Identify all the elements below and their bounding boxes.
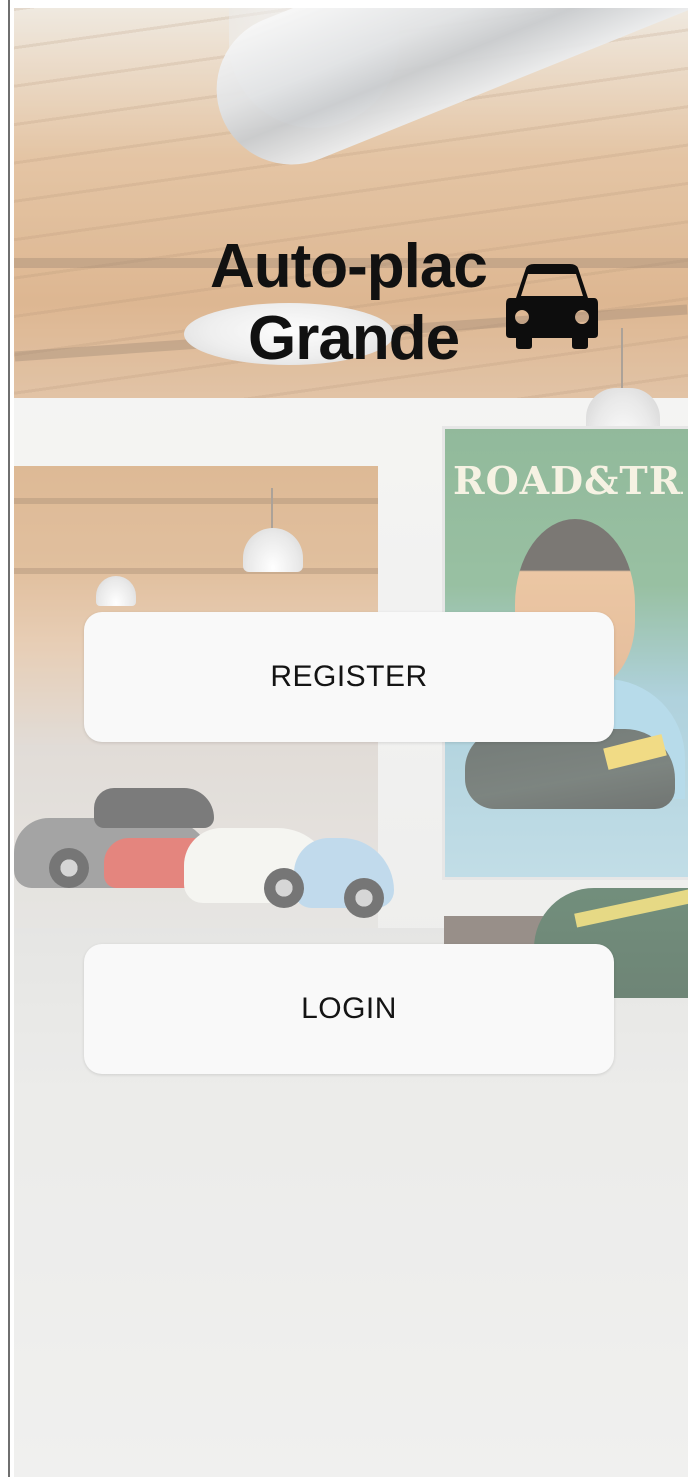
app-logo: Auto-plac Grande xyxy=(190,234,610,384)
garage-background-image: ROAD&TRACK xyxy=(14,8,688,1477)
background-overlay xyxy=(14,8,688,1477)
app-title-line-2: Grande xyxy=(248,304,460,373)
app-title-line-1: Auto-plac xyxy=(210,232,488,301)
car-icon xyxy=(506,264,598,349)
window-left-edge xyxy=(8,0,10,1477)
login-button[interactable]: LOGIN xyxy=(84,944,614,1074)
app-frame: ROAD&TRACK xyxy=(0,0,688,1477)
phone-screen: ROAD&TRACK xyxy=(14,8,688,1477)
register-button[interactable]: REGISTER xyxy=(84,612,614,742)
